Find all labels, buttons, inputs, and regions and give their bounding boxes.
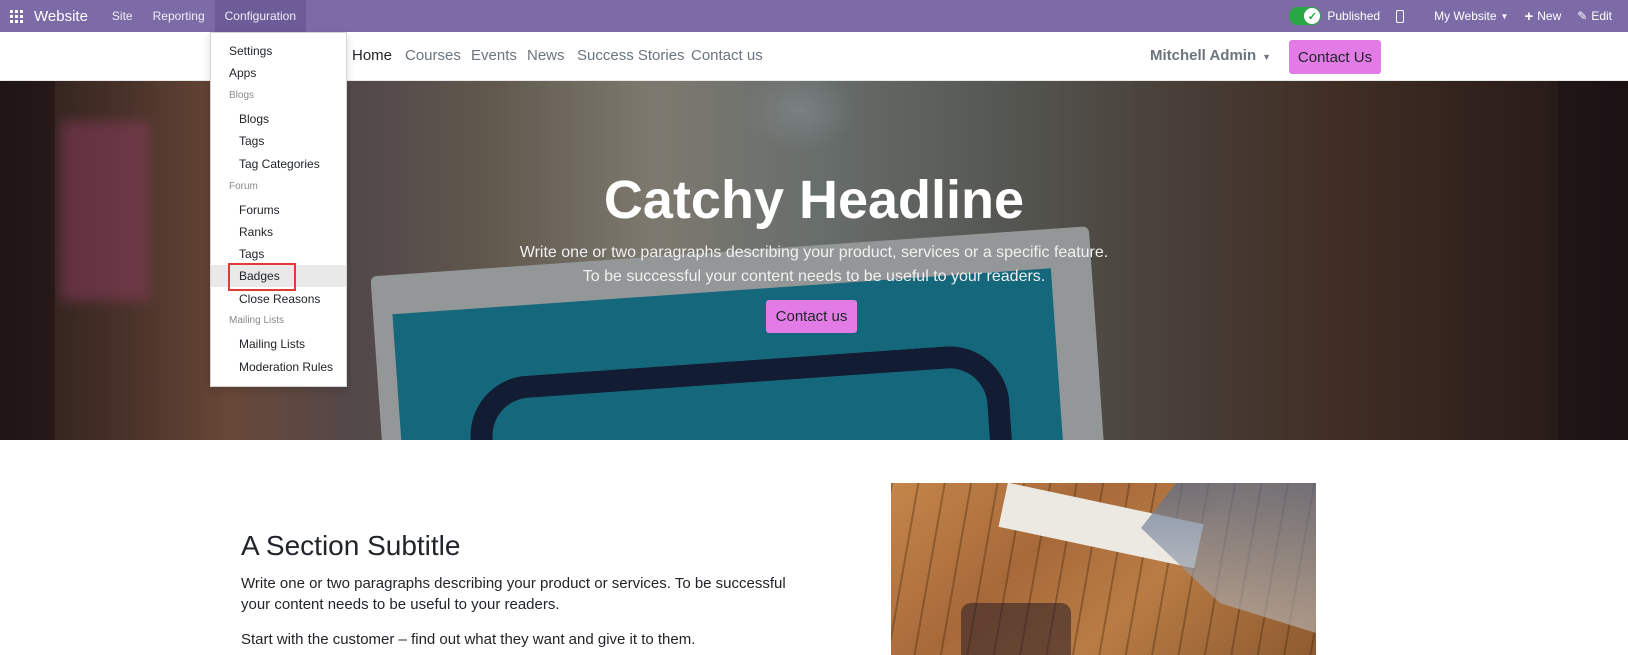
app-brand[interactable]: Website: [34, 8, 88, 25]
dropdown-forums[interactable]: Forums: [211, 199, 346, 221]
nav-home[interactable]: Home: [352, 47, 392, 64]
toggle-switch[interactable]: ✓: [1289, 7, 1322, 25]
dropdown-tag-categories[interactable]: Tag Categories: [211, 153, 346, 175]
dropdown-apps[interactable]: Apps: [211, 62, 346, 84]
new-label: New: [1537, 9, 1562, 23]
dropdown-close-reasons[interactable]: Close Reasons: [211, 288, 346, 310]
section-paragraph-1: Write one or two paragraphs describing y…: [241, 575, 786, 613]
nav-success-stories[interactable]: Success Stories: [577, 47, 685, 64]
menu-configuration[interactable]: Configuration: [214, 0, 307, 32]
published-label: Published: [1327, 9, 1381, 23]
dropdown-settings[interactable]: Settings: [211, 40, 346, 62]
contact-us-cta-button[interactable]: Contact Us: [1289, 40, 1381, 74]
section-subtitle: A Section Subtitle: [241, 530, 461, 561]
dropdown-header-mailing-lists: Mailing Lists: [229, 315, 285, 326]
pencil-icon: ✎: [1577, 9, 1588, 23]
section-paragraph-2: Start with the customer – find out what …: [241, 631, 696, 648]
dropdown-header-blogs: Blogs: [229, 90, 255, 101]
dropdown-moderation-rules[interactable]: Moderation Rules: [211, 356, 346, 378]
website-selector-label: My Website: [1434, 9, 1497, 23]
nav-courses[interactable]: Courses: [405, 47, 461, 64]
menu-reporting[interactable]: Reporting: [143, 0, 215, 32]
admin-right-controls: ✓ Published My Website ▼ + New ✎ Edit: [1289, 0, 1628, 32]
nav-news[interactable]: News: [527, 47, 565, 64]
hero-contact-button[interactable]: Contact us: [766, 300, 857, 333]
edit-button[interactable]: ✎ Edit: [1577, 9, 1612, 23]
dropdown-badges[interactable]: Badges: [211, 265, 346, 287]
dropdown-mailing-lists[interactable]: Mailing Lists: [211, 333, 346, 355]
caret-down-icon: ▼: [1500, 11, 1509, 21]
nav-contact-us[interactable]: Contact us: [691, 47, 763, 64]
website-selector[interactable]: My Website ▼: [1434, 9, 1508, 23]
apps-menu-icon[interactable]: [0, 0, 32, 32]
dropdown-header-forum: Forum: [229, 181, 258, 192]
dropdown-blogs[interactable]: Blogs: [211, 108, 346, 130]
new-button[interactable]: + New: [1524, 8, 1561, 25]
dropdown-blog-tags[interactable]: Tags: [211, 130, 346, 152]
admin-top-bar: Website Site Reporting Configuration ✓ P…: [0, 0, 1628, 32]
plus-icon: +: [1524, 7, 1534, 25]
nav-events[interactable]: Events: [471, 47, 517, 64]
mobile-preview-button[interactable]: [1396, 9, 1418, 23]
check-icon: ✓: [1304, 8, 1321, 24]
configuration-dropdown: Settings Apps Blogs Blogs Tags Tag Categ…: [210, 32, 347, 387]
dropdown-ranks[interactable]: Ranks: [211, 221, 346, 243]
caret-down-icon: ▼: [1262, 52, 1272, 62]
mobile-icon: [1396, 9, 1405, 23]
menu-site[interactable]: Site: [102, 0, 143, 32]
shop-interior-image: [891, 483, 1316, 655]
edit-label: Edit: [1591, 9, 1612, 23]
user-name: Mitchell Admin: [1150, 47, 1257, 64]
publish-toggle[interactable]: ✓ Published: [1289, 7, 1380, 25]
user-menu[interactable]: Mitchell Admin ▼: [1150, 47, 1271, 64]
dropdown-forum-tags[interactable]: Tags: [211, 243, 346, 265]
